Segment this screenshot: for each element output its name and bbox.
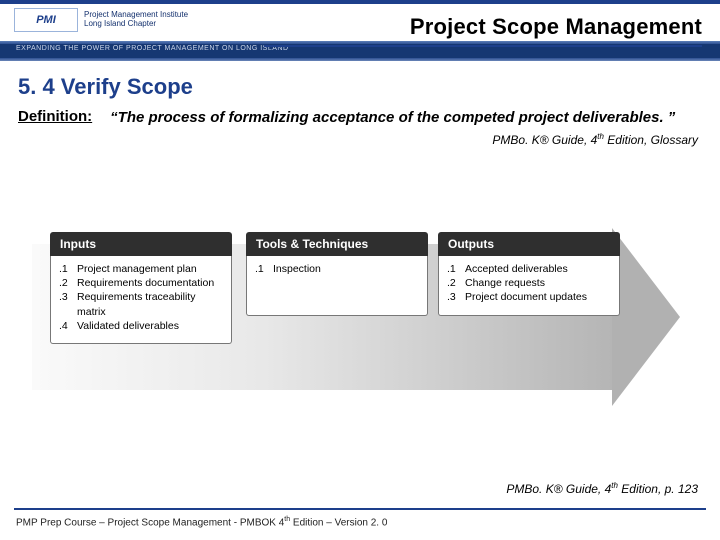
- list-item: .1Project management plan: [59, 262, 223, 276]
- column-header-inputs: Inputs: [50, 232, 232, 256]
- list-item: .3Requirements traceability matrix: [59, 290, 223, 318]
- item-num: .1: [255, 262, 273, 276]
- footer-text: PMP Prep Course – Project Scope Manageme…: [16, 516, 387, 528]
- citation-top-prefix: PMBo. K® Guide, 4: [492, 133, 597, 147]
- item-num: .3: [59, 290, 77, 318]
- tagline-text: EXPANDING THE POWER OF PROJECT MANAGEMEN…: [16, 45, 289, 52]
- item-num: .2: [447, 276, 465, 290]
- column-body-inputs: .1Project management plan .2Requirements…: [50, 256, 232, 344]
- item-text: Requirements documentation: [77, 276, 223, 290]
- item-num: .3: [447, 290, 465, 304]
- column-header-outputs: Outputs: [438, 232, 620, 256]
- list-item: .3Project document updates: [447, 290, 611, 304]
- slide-header: PMI Project Management Institute Long Is…: [0, 0, 720, 60]
- citation-top-sup: th: [597, 132, 604, 141]
- section-heading: 5. 4 Verify Scope: [18, 74, 720, 100]
- definition-label: Definition:: [18, 108, 92, 128]
- citation-bottom-prefix: PMBo. K® Guide, 4: [506, 482, 611, 496]
- column-body-outputs: .1Accepted deliverables .2Change request…: [438, 256, 620, 316]
- item-num: .4: [59, 319, 77, 333]
- footer-suffix: Edition – Version 2. 0: [290, 517, 387, 528]
- citation-bottom: PMBo. K® Guide, 4th Edition, p. 123: [506, 481, 698, 496]
- list-item: .1Accepted deliverables: [447, 262, 611, 276]
- pmi-logo-icon: PMI: [14, 8, 78, 32]
- column-body-tools: .1Inspection: [246, 256, 428, 316]
- definition-text: “The process of formalizing acceptance o…: [110, 108, 675, 128]
- page-title: Project Scope Management: [410, 14, 702, 40]
- citation-top: PMBo. K® Guide, 4th Edition, Glossary: [0, 132, 698, 147]
- item-text: Change requests: [465, 276, 611, 290]
- list-item: .1Inspection: [255, 262, 419, 276]
- logo-block: PMI Project Management Institute Long Is…: [14, 8, 264, 32]
- logo-line2: Long Island Chapter: [84, 20, 188, 29]
- logo-text: Project Management Institute Long Island…: [84, 11, 188, 29]
- column-tools: Tools & Techniques .1Inspection: [246, 232, 428, 316]
- citation-bottom-sup: th: [611, 481, 618, 490]
- citation-top-suffix: Edition, Glossary: [604, 133, 698, 147]
- column-header-tools: Tools & Techniques: [246, 232, 428, 256]
- item-text: Project document updates: [465, 290, 611, 304]
- arrow-head-icon: [612, 228, 680, 406]
- item-text: Inspection: [273, 262, 419, 276]
- definition-row: Definition: “The process of formalizing …: [18, 108, 706, 128]
- item-text: Requirements traceability matrix: [77, 290, 223, 318]
- item-num: .1: [59, 262, 77, 276]
- item-num: .2: [59, 276, 77, 290]
- list-item: .2Requirements documentation: [59, 276, 223, 290]
- item-num: .1: [447, 262, 465, 276]
- column-inputs: Inputs .1Project management plan .2Requi…: [50, 232, 232, 344]
- item-text: Project management plan: [77, 262, 223, 276]
- header-underline: [264, 45, 702, 47]
- footer-prefix: PMP Prep Course – Project Scope Manageme…: [16, 517, 284, 528]
- list-item: .2Change requests: [447, 276, 611, 290]
- item-text: Accepted deliverables: [465, 262, 611, 276]
- process-arrow-diagram: Inputs .1Project management plan .2Requi…: [32, 232, 688, 402]
- list-item: .4Validated deliverables: [59, 319, 223, 333]
- column-outputs: Outputs .1Accepted deliverables .2Change…: [438, 232, 620, 316]
- item-text: Validated deliverables: [77, 319, 223, 333]
- citation-bottom-suffix: Edition, p. 123: [618, 482, 698, 496]
- footer-divider: [14, 508, 706, 510]
